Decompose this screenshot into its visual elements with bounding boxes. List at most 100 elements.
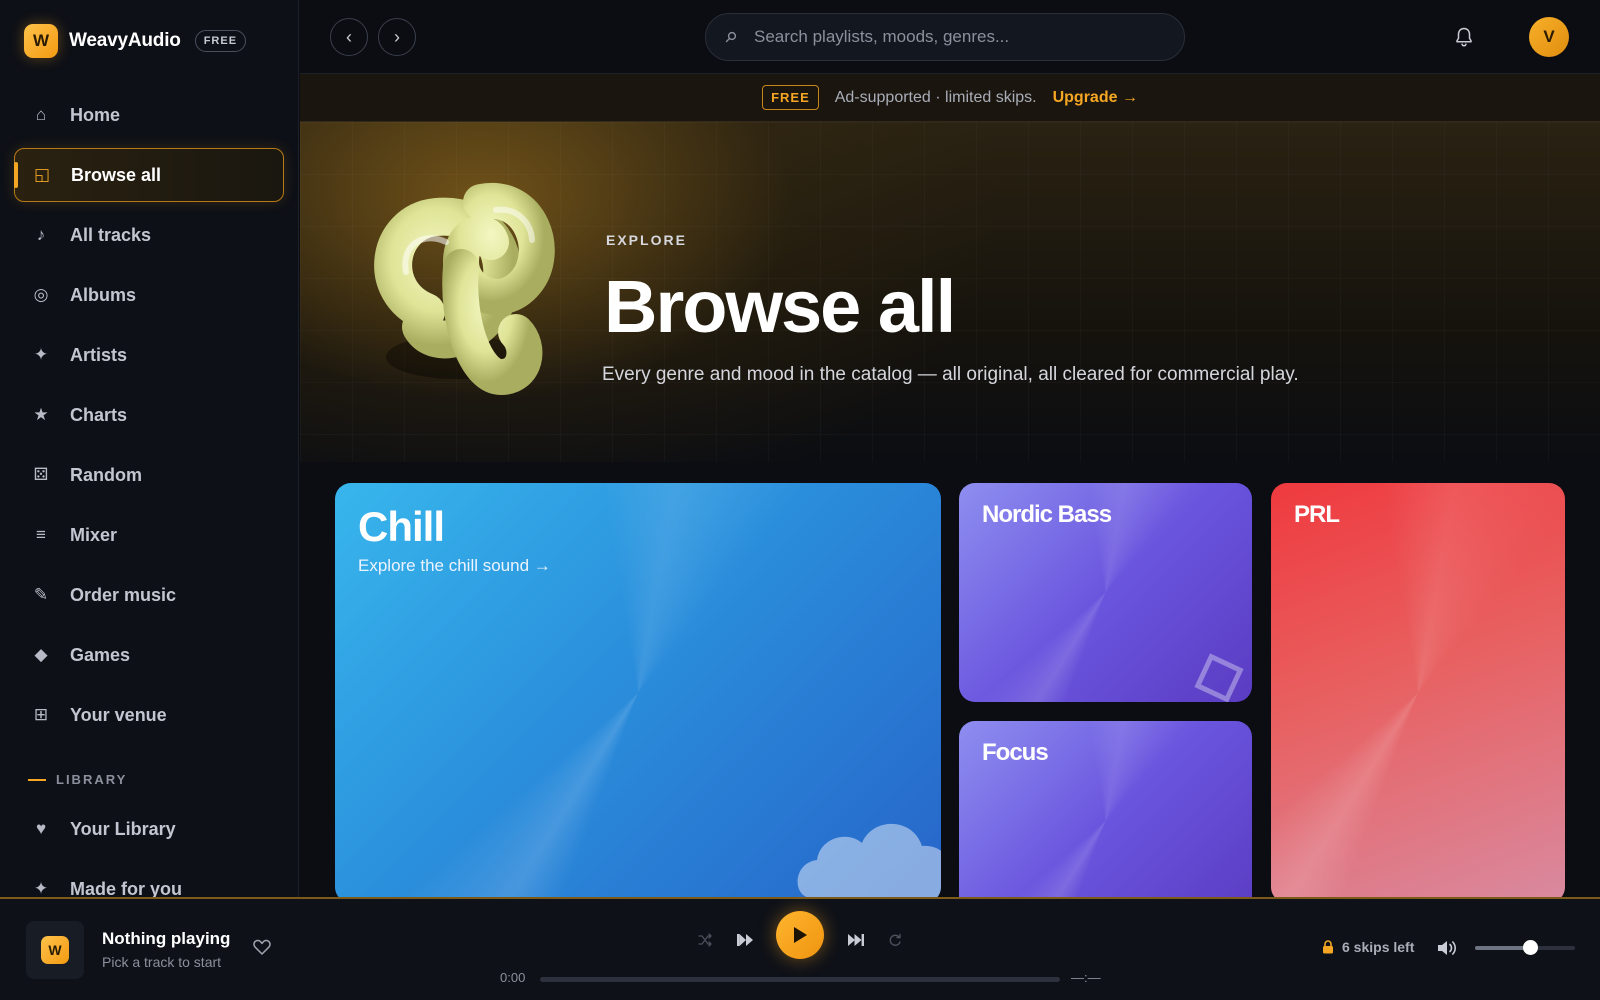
hero: EXPLORE Browse all Every genre and mood … [300,122,1600,462]
genre-card-focus[interactable]: Focus [959,721,1252,921]
star-icon: ★ [33,405,49,424]
app-window: W WeavyAudio FREE ⌂ Home ◱ Browse all ♪ All t… [0,0,1600,1000]
hero-eyebrow: EXPLORE [606,232,687,248]
genre-card-nordic-bass[interactable]: Nordic Bass [959,483,1252,702]
sidebar-item-label: Order music [70,584,177,605]
card-title: Chill [358,503,445,550]
sidebar-item-albums[interactable]: ◎ Albums [14,268,284,322]
sliders-icon: ≡ [36,525,46,544]
sparkle-icon: ✦ [33,345,49,364]
sidebar-item-label: Charts [70,404,128,425]
diamond-icon: ◆ [34,645,48,664]
sidebar-item-label: Your Library [70,818,176,839]
previous-button[interactable] [734,929,756,951]
back-button[interactable]: ‹ [330,18,368,56]
disc-icon: ◎ [33,285,49,304]
dice-icon: ⚄ [33,465,49,484]
sidebar-item-home[interactable]: ⌂ Home [14,88,284,142]
forward-button[interactable]: › [378,18,416,56]
sparkle-icon: ✦ [33,879,49,897]
card-title: Focus [982,739,1049,766]
repeat-button[interactable] [886,931,904,949]
now-playing-logo: W [41,936,69,964]
sidebar-item-label: Mixer [70,524,118,545]
sidebar-item-label: Artists [70,344,128,365]
user-avatar[interactable]: V [1529,17,1569,57]
volume-slider[interactable] [1475,940,1575,955]
time-elapsed: 0:00 [500,970,526,985]
sidebar-item-label: Home [70,104,121,125]
grid-icon: ⊞ [33,705,49,724]
search-bar[interactable] [705,13,1185,61]
brand-name: WeavyAudio [69,30,181,51]
heart-icon: ♥ [35,819,47,838]
search-input[interactable] [754,27,1174,47]
volume-knob[interactable] [1523,940,1538,955]
chevron-right-icon: › [394,26,400,47]
diamond-shape-icon [1194,653,1244,702]
ad-text: Ad-supported · limited skips. [834,88,1037,106]
shuffle-icon [698,933,712,947]
hero-subtitle: Every genre and mood in the catalog — al… [602,364,1299,385]
knot-illustration [374,182,555,396]
brand[interactable]: W WeavyAudio FREE [24,24,247,58]
player-bar: W Nothing playing Pick a track to start [0,897,1600,1000]
music-note-icon: ♪ [36,225,46,244]
card-light-pattern [1271,483,1565,903]
plan-badge: FREE [194,30,247,52]
sidebar-item-label: Made for you [70,878,183,898]
repeat-icon [889,933,901,946]
lock-icon [1323,940,1333,954]
home-icon: ⌂ [35,105,47,124]
genre-card-prl[interactable]: PRL [1271,483,1565,903]
sidebar-item-label: All tracks [70,224,152,245]
play-icon [794,927,807,943]
sidebar-item-order-music[interactable]: ✎ Order music [14,568,284,622]
now-playing-artwork: W [26,921,84,979]
volume-icon[interactable] [1436,938,1458,958]
volume-fill [1475,946,1530,950]
library-item-made-for-you[interactable]: ✦ Made for you [14,862,284,898]
upgrade-link[interactable]: Upgrade → [1053,89,1138,107]
library-heading-label: LIBRARY [56,772,128,787]
sidebar-item-label: Games [70,644,131,665]
sidebar-item-games[interactable]: ◆ Games [14,628,284,682]
sidebar-item-mixer[interactable]: ≡ Mixer [14,508,284,562]
sidebar-item-browse-all[interactable]: ◱ Browse all [14,148,284,202]
time-total: —:— [1071,970,1101,985]
skips-left-text: 6 skips left [1342,939,1415,955]
brand-logo-letter: W [32,31,50,50]
cloud-icon [797,823,941,903]
genre-card-chill[interactable]: Chill Explore the chill sound → [335,483,941,903]
shuffle-button[interactable] [696,931,714,949]
card-title: Nordic Bass [982,501,1112,528]
sidebar-nav: ⌂ Home ◱ Browse all ♪ All tracks ◎ Albums ✦ Artis… [14,88,284,748]
sidebar: W WeavyAudio FREE ⌂ Home ◱ Browse all ♪ All t… [0,0,299,897]
search-icon [725,31,737,43]
now-playing-title: Nothing playing [102,929,231,948]
library-heading: LIBRARY [28,772,127,787]
sidebar-item-label: Your venue [70,704,167,725]
skip-previous-icon [737,934,753,946]
next-button[interactable] [845,929,867,951]
brand-logo: W [24,24,58,58]
browse-icon: ◱ [33,165,51,184]
page-title: Browse all [604,265,956,348]
play-button[interactable] [776,911,824,959]
sidebar-item-charts[interactable]: ★ Charts [14,388,284,442]
ad-badge: FREE [762,85,819,110]
sidebar-item-random[interactable]: ⚄ Random [14,448,284,502]
like-heart-icon[interactable] [252,937,272,957]
card-title: PRL [1294,501,1340,528]
card-subtitle: Explore the chill sound → [358,556,551,575]
sidebar-item-artists[interactable]: ✦ Artists [14,328,284,382]
sidebar-item-your-venue[interactable]: ⊞ Your venue [14,688,284,742]
topbar: ‹ › V [300,0,1600,74]
notifications-button[interactable] [1450,23,1478,51]
sidebar-item-label: Albums [70,284,137,305]
ad-banner: FREE Ad-supported · limited skips. Upgra… [300,74,1600,122]
chevron-left-icon: ‹ [346,26,352,47]
sidebar-item-all-tracks[interactable]: ♪ All tracks [14,208,284,262]
library-item-your-library[interactable]: ♥ Your Library [14,802,284,856]
progress-bar[interactable] [540,977,1060,982]
